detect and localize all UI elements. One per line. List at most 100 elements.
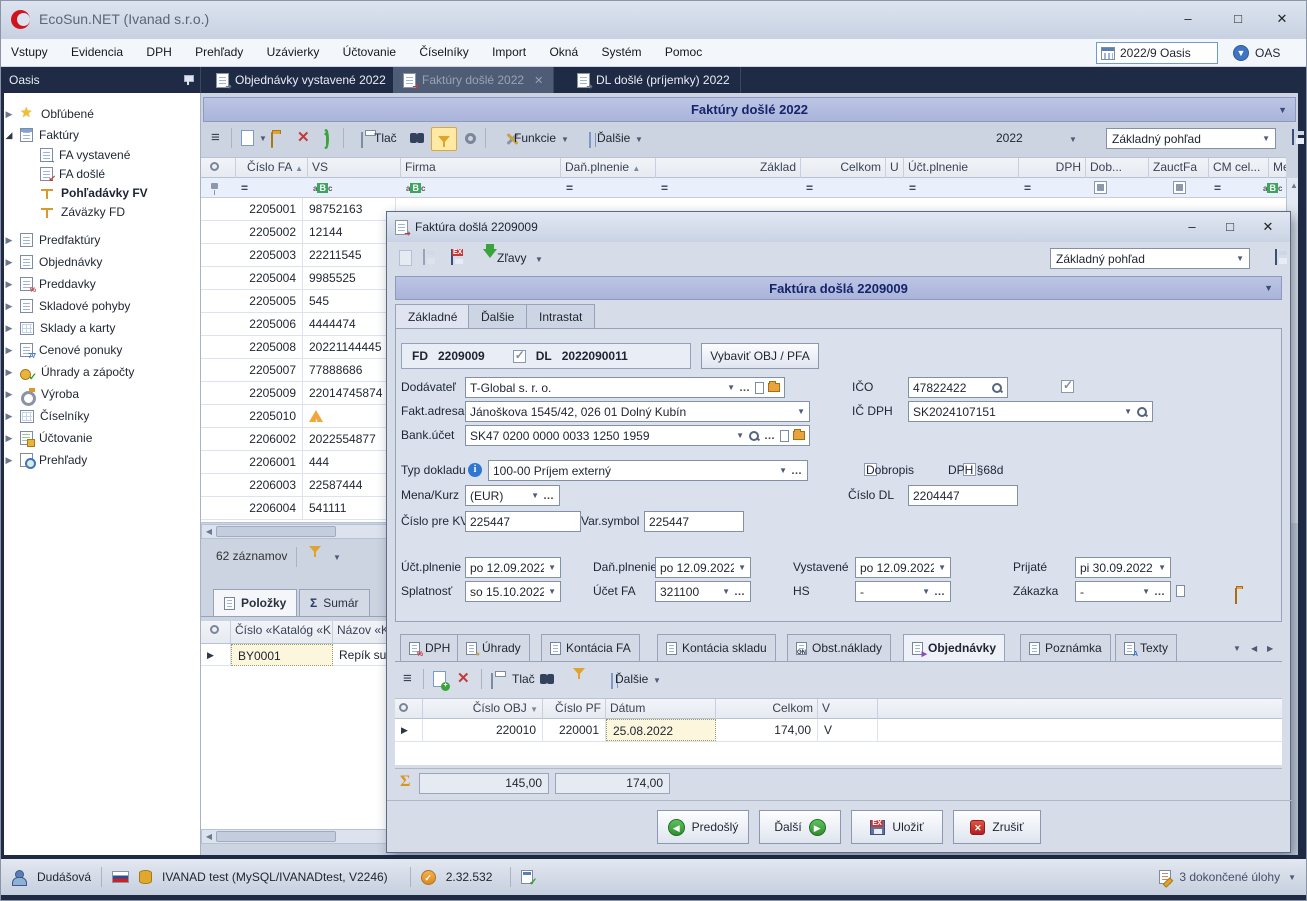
column-mena[interactable]: Mena bbox=[1269, 158, 1286, 178]
tab-objednavky-vystavene[interactable]: Objednávky vystavené 2022 bbox=[206, 67, 397, 93]
expander-icon[interactable]: ▶ bbox=[4, 279, 14, 290]
tab-polozky[interactable]: Položky bbox=[213, 589, 297, 616]
ucet-fa-field[interactable]: 321100▼… bbox=[655, 581, 751, 602]
expander-icon[interactable]: ▶ bbox=[4, 389, 14, 400]
year-dropdown-icon[interactable]: ▼ bbox=[1069, 135, 1077, 144]
sidebar-item-uctovanie[interactable]: ▶Účtovanie bbox=[4, 428, 194, 448]
add-order-button[interactable]: + bbox=[433, 671, 446, 687]
tab-sumar[interactable]: Σ Sumár bbox=[299, 589, 370, 616]
column-dph[interactable]: DPH bbox=[1019, 158, 1086, 178]
vybavit-obj-pfa-button[interactable]: Vybaviť OBJ / PFA bbox=[701, 343, 819, 369]
dialog-close-button[interactable]: ✕ bbox=[1253, 217, 1283, 238]
sidebar-item-cenove-ponuky[interactable]: ▶77Cenové ponuky bbox=[4, 340, 194, 360]
column-dan-plnenie[interactable]: Daň.plnenie ▲ bbox=[561, 158, 656, 178]
funnel-icon[interactable] bbox=[573, 668, 585, 689]
sidebar-item-vyroba[interactable]: ▶Výroba bbox=[4, 384, 194, 404]
cancel-button[interactable]: ✕ Zrušiť bbox=[953, 810, 1041, 844]
dropdown-icon[interactable]: ▼ bbox=[727, 383, 735, 392]
filter-equals-icon[interactable]: = bbox=[806, 180, 813, 196]
expander-icon[interactable]: ▶ bbox=[4, 367, 14, 378]
grid-gear-column[interactable] bbox=[206, 158, 236, 178]
hs-field[interactable]: -▼… bbox=[855, 581, 951, 602]
column-firma[interactable]: Firma bbox=[401, 158, 561, 178]
expander-icon[interactable]: ▶ bbox=[4, 235, 14, 246]
menu-grip-icon[interactable]: ≡ bbox=[403, 670, 412, 687]
menu-pomoc[interactable]: Pomoc bbox=[655, 39, 712, 66]
tab-kontacia-skladu[interactable]: Kontácia skladu bbox=[657, 634, 776, 661]
menu-uctovanie[interactable]: Účtovanie bbox=[333, 39, 406, 66]
more-button[interactable]: Ďalšie bbox=[615, 672, 648, 686]
expander-icon[interactable]: ◢ bbox=[4, 130, 14, 141]
expander-icon[interactable]: ▶ bbox=[4, 411, 14, 422]
discounts-button[interactable]: Zľavy bbox=[497, 251, 527, 265]
uct-plnenie-field[interactable]: po 12.09.2022▼ bbox=[465, 557, 561, 578]
scroll-up-icon[interactable]: ▲ bbox=[1287, 178, 1301, 190]
dropdown-icon[interactable]: ▼ bbox=[531, 491, 539, 500]
folder-icon[interactable] bbox=[1235, 588, 1237, 604]
column-cislo-fa[interactable]: Číslo FA ▲ bbox=[236, 158, 308, 178]
save-view-icon[interactable] bbox=[1275, 249, 1277, 265]
vystavene-field[interactable]: po 12.09.2022▼ bbox=[855, 557, 951, 578]
menu-system[interactable]: Systém bbox=[591, 39, 651, 66]
tab-dalsie[interactable]: Ďalšie bbox=[468, 304, 527, 328]
column-cislo-katalog[interactable]: Číslo «Katalóg «K... bbox=[231, 621, 333, 643]
tab-scroll-right-icon[interactable]: ▶ bbox=[1267, 644, 1273, 653]
menu-vstupy[interactable]: Vstupy bbox=[1, 39, 58, 66]
maximize-button[interactable]: □ bbox=[1223, 9, 1253, 30]
prijate-field[interactable]: pi 30.09.2022▼ bbox=[1075, 557, 1171, 578]
dropdown-icon[interactable]: ▼ bbox=[736, 431, 744, 440]
splatnost-field[interactable]: so 15.10.2022▼ bbox=[465, 581, 561, 602]
expander-icon[interactable]: ▶ bbox=[4, 433, 14, 444]
fakt-adresa-field[interactable]: Jánoškova 1545/42, 026 01 Dolný Kubín ▼ bbox=[465, 401, 810, 422]
ellipsis-button[interactable]: … bbox=[543, 491, 555, 501]
tasks-dropdown-icon[interactable]: ▼ bbox=[1288, 873, 1296, 882]
tab-poznamka[interactable]: Poznámka bbox=[1020, 634, 1111, 661]
export-save-icon[interactable] bbox=[451, 249, 453, 265]
orders-gear-column[interactable] bbox=[395, 699, 423, 719]
period-field[interactable]: 2022/9 Oasis bbox=[1096, 42, 1218, 64]
dialog-minimize-button[interactable]: – bbox=[1177, 217, 1207, 238]
filter-abc-icon[interactable]: aBc bbox=[1263, 180, 1282, 196]
menu-grip-icon[interactable]: ≡ bbox=[211, 129, 220, 146]
filter-equals-icon[interactable]: = bbox=[1024, 180, 1031, 196]
ico-field[interactable]: 47822422 bbox=[908, 377, 1008, 398]
tab-zakladne[interactable]: Základné bbox=[395, 304, 470, 328]
tab-faktury-dosle[interactable]: Faktúry došlé 2022 ✕ bbox=[393, 67, 554, 93]
search-icon[interactable] bbox=[748, 430, 760, 442]
menu-ciselniky[interactable]: Číselníky bbox=[409, 39, 478, 66]
filter-equals-icon[interactable]: = bbox=[241, 180, 248, 196]
print-button[interactable]: Tlač bbox=[374, 131, 397, 145]
pin-icon[interactable] bbox=[183, 73, 194, 86]
tab-close-icon[interactable]: ✕ bbox=[534, 74, 543, 87]
expander-icon[interactable]: ▶ bbox=[4, 109, 14, 120]
sidebar-item-faktury[interactable]: ◢Faktúry bbox=[4, 125, 194, 145]
records-filter-icon[interactable] bbox=[309, 546, 321, 567]
expander-icon[interactable]: ▶ bbox=[4, 455, 14, 466]
folder-icon[interactable] bbox=[793, 431, 805, 440]
tab-list-dropdown-icon[interactable]: ▼ bbox=[1233, 644, 1241, 653]
folder-icon[interactable] bbox=[768, 383, 780, 392]
new-record-dropdown-icon[interactable]: ▼ bbox=[259, 134, 267, 143]
oas-button[interactable]: ▼ OAS bbox=[1233, 43, 1280, 63]
scroll-thumb[interactable] bbox=[216, 526, 336, 537]
sidebar-item-oblubene[interactable]: ▶Obľúbené bbox=[4, 104, 194, 124]
tab-uhrady[interactable]: ●Úhrady bbox=[457, 634, 530, 661]
scroll-left-icon[interactable]: ◀ bbox=[202, 527, 216, 536]
document-icon[interactable] bbox=[755, 382, 764, 394]
filter-abc-icon[interactable]: aBc bbox=[313, 180, 332, 196]
sidebar-item-predfaktury[interactable]: ▶Predfaktúry bbox=[4, 230, 194, 250]
view-select[interactable]: Základný pohľad▼ bbox=[1106, 128, 1276, 149]
menu-okna[interactable]: Okná bbox=[539, 39, 588, 66]
dan-plnenie-field[interactable]: po 12.09.2022▼ bbox=[655, 557, 751, 578]
functions-button[interactable]: Funkcie bbox=[514, 131, 556, 145]
ic-dph-field[interactable]: SK2024107151 ▼ bbox=[908, 401, 1153, 422]
tab-obst-naklady[interactable]: ONObst.náklady bbox=[787, 634, 891, 661]
year-select[interactable]: 2022 bbox=[996, 131, 1023, 145]
document-icon[interactable] bbox=[780, 430, 789, 442]
zakazka-field[interactable]: -▼… bbox=[1075, 581, 1171, 602]
refresh-button[interactable] bbox=[323, 129, 329, 149]
ellipsis-button[interactable]: … bbox=[791, 466, 803, 476]
sidebar-item-uhrady-a-zapocty[interactable]: ▶Úhrady a zápočty bbox=[4, 362, 194, 382]
band-dropdown-icon[interactable]: ▼ bbox=[1264, 283, 1273, 293]
menu-evidencia[interactable]: Evidencia bbox=[61, 39, 133, 66]
